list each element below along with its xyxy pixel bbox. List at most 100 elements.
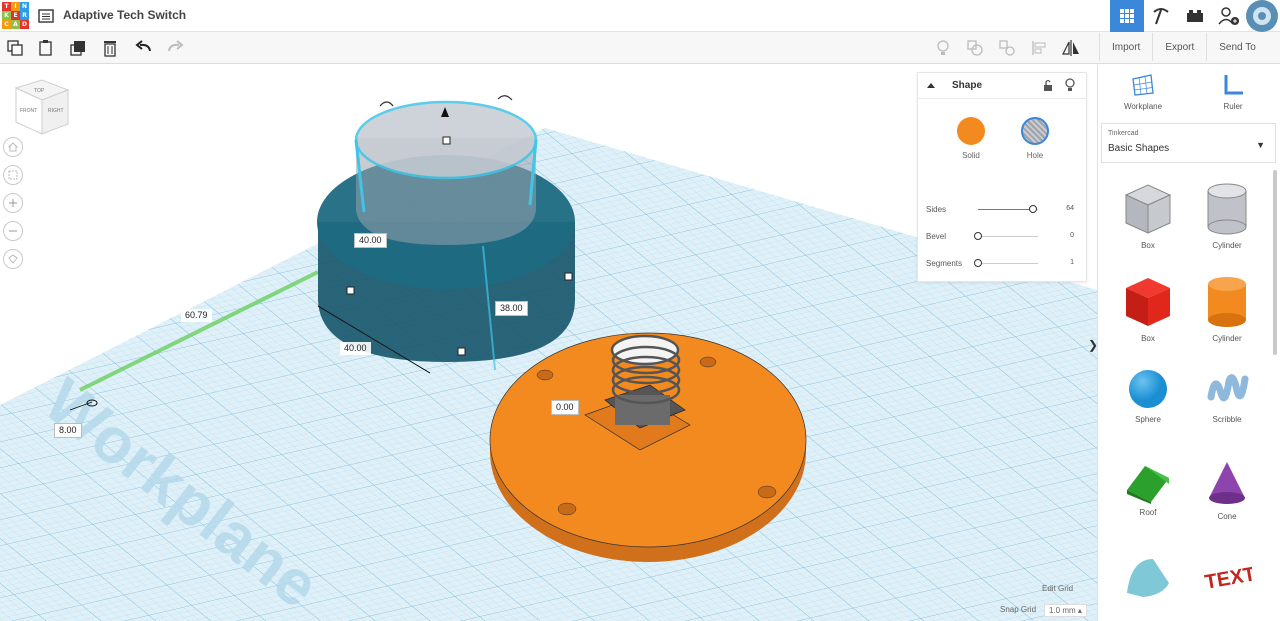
box-hole-icon <box>1124 184 1172 234</box>
roof-icon <box>1127 466 1169 504</box>
hole-swatch[interactable] <box>1021 117 1049 145</box>
solid-label: Solid <box>962 151 980 160</box>
slider-bevel[interactable]: Bevel 0 <box>918 230 1088 244</box>
slider-sides[interactable]: Sides 64 <box>918 203 1088 217</box>
cylinder-hole-icon <box>1207 183 1247 235</box>
slider-knob[interactable] <box>1029 205 1038 213</box>
shape-item-cylinder-hole[interactable]: Cylinder <box>1192 171 1262 251</box>
hole-option[interactable]: Hole <box>1015 117 1055 160</box>
edit-toolbar <box>0 32 1280 64</box>
ungroup-icon[interactable] <box>996 38 1018 58</box>
chevron-down-icon: ▼ <box>1256 140 1265 150</box>
dim-depth[interactable]: 40.00 <box>340 342 371 355</box>
ruler-label: Ruler <box>1223 102 1243 111</box>
import-button[interactable]: Import <box>1099 33 1153 61</box>
shape-item-cone[interactable]: Cone <box>1192 450 1262 530</box>
dim-elevation[interactable]: 8.00 <box>54 423 82 438</box>
svg-text:TOP: TOP <box>34 88 45 94</box>
round-roof-icon <box>1127 559 1169 597</box>
solid-option[interactable]: Solid <box>951 117 991 160</box>
grid-controls: Edit Grid Snap Grid 1.0 mm ▴ <box>996 580 1096 620</box>
home-view-button[interactable] <box>3 137 23 157</box>
snap-grid-select[interactable]: 1.0 mm ▴ <box>1044 604 1087 617</box>
user-avatar-button[interactable] <box>1246 0 1280 32</box>
shape-name: Roof <box>1139 508 1157 517</box>
slider-label: Bevel <box>926 232 947 241</box>
light-bulb-icon[interactable] <box>932 38 954 58</box>
3d-design-view-button[interactable] <box>1110 0 1144 32</box>
dim-offset[interactable]: 0.00 <box>551 400 579 415</box>
logo-letter: C <box>2 20 11 29</box>
sidebar-scrollbar[interactable] <box>1273 170 1277 355</box>
lock-icon[interactable] <box>1043 79 1053 92</box>
collapse-up-icon[interactable] <box>926 81 936 89</box>
group-icon[interactable] <box>964 38 986 58</box>
logo-letter: E <box>11 11 20 20</box>
slider-knob[interactable] <box>974 232 982 240</box>
top-bar: TINKERCAD Adaptive Tech Switch <box>0 0 1280 32</box>
mirror-icon[interactable] <box>1060 38 1082 58</box>
workplane-tool[interactable]: Workplane <box>1098 65 1188 117</box>
shape-item-box-hole[interactable]: Box <box>1113 171 1183 251</box>
workplane-label: Workplane <box>1123 102 1163 111</box>
edit-grid-button[interactable]: Edit Grid <box>1042 584 1073 593</box>
invite-user-button[interactable] <box>1212 0 1246 32</box>
svg-text:RIGHT: RIGHT <box>48 108 64 114</box>
duplicate-icon[interactable] <box>68 38 88 58</box>
light-bulb-icon[interactable] <box>1065 78 1075 92</box>
fit-view-button[interactable] <box>3 165 23 185</box>
send-to-button[interactable]: Send To <box>1206 33 1268 61</box>
logo-letter: T <box>2 2 11 11</box>
delete-icon[interactable] <box>100 38 120 58</box>
dim-height[interactable]: 38.00 <box>495 301 528 316</box>
shape-item-roof[interactable]: Roof <box>1113 450 1183 530</box>
perspective-button[interactable] <box>3 249 23 269</box>
logo-letter: D <box>20 20 29 29</box>
shape-library-select[interactable]: Tinkercad Basic Shapes ▼ <box>1101 123 1276 163</box>
design-title[interactable]: Adaptive Tech Switch <box>63 8 186 22</box>
shape-item-round-roof[interactable] <box>1113 543 1183 621</box>
tinkercad-logo[interactable]: TINKERCAD <box>2 2 29 29</box>
view-cube[interactable]: TOP FRONT RIGHT <box>12 78 70 145</box>
shapes-sidebar: Workplane Ruler Tinkercad Basic Shapes ▼… <box>1097 65 1280 621</box>
workplane-icon <box>1132 74 1154 96</box>
export-button[interactable]: Export <box>1152 33 1207 61</box>
dim-distance[interactable]: 60.79 <box>181 309 212 322</box>
redo-icon[interactable] <box>165 38 185 58</box>
shape-name: Cylinder <box>1212 241 1242 250</box>
shape-name: Cylinder <box>1212 334 1242 343</box>
avatar <box>1246 0 1278 32</box>
blocks-view-button[interactable] <box>1144 0 1178 32</box>
shape-name: Box <box>1141 241 1155 250</box>
list-icon[interactable] <box>38 8 54 24</box>
library-source: Tinkercad <box>1108 130 1139 137</box>
slider-value[interactable]: 0 <box>1070 232 1074 239</box>
zoom-in-button[interactable] <box>3 193 23 213</box>
shape-item-text[interactable]: TEXT <box>1192 543 1262 621</box>
logo-letter: A <box>11 20 20 29</box>
slider-value[interactable]: 1 <box>1070 259 1074 266</box>
svg-text:TEXT: TEXT <box>1203 563 1252 594</box>
copy-icon[interactable] <box>5 38 25 58</box>
undo-icon[interactable] <box>134 38 154 58</box>
shape-item-cylinder[interactable]: Cylinder <box>1192 264 1262 344</box>
align-icon[interactable] <box>1028 38 1050 58</box>
slider-segments[interactable]: Segments 1 <box>918 257 1088 271</box>
slider-knob[interactable] <box>974 259 982 267</box>
slider-value[interactable]: 64 <box>1066 205 1074 212</box>
scribble-icon <box>1207 374 1249 402</box>
cylinder-icon <box>1208 277 1246 327</box>
paste-icon[interactable] <box>36 38 56 58</box>
ruler-tool[interactable]: Ruler <box>1188 65 1278 117</box>
zoom-out-button[interactable] <box>3 221 23 241</box>
dim-width-top[interactable]: 40.00 <box>354 233 387 248</box>
shape-grid: Box Cylinder Box Cylinder Sphere Scribble Roof… <box>1100 171 1272 621</box>
zoom-out-icon <box>9 230 17 232</box>
bricks-view-button[interactable] <box>1178 0 1212 32</box>
zoom-in-icon <box>9 199 17 207</box>
shape-item-scribble[interactable]: Scribble <box>1192 357 1262 437</box>
shape-item-box[interactable]: Box <box>1113 264 1183 344</box>
shape-item-sphere[interactable]: Sphere <box>1113 357 1183 437</box>
solid-swatch[interactable] <box>957 117 985 145</box>
cone-icon <box>1209 462 1245 504</box>
